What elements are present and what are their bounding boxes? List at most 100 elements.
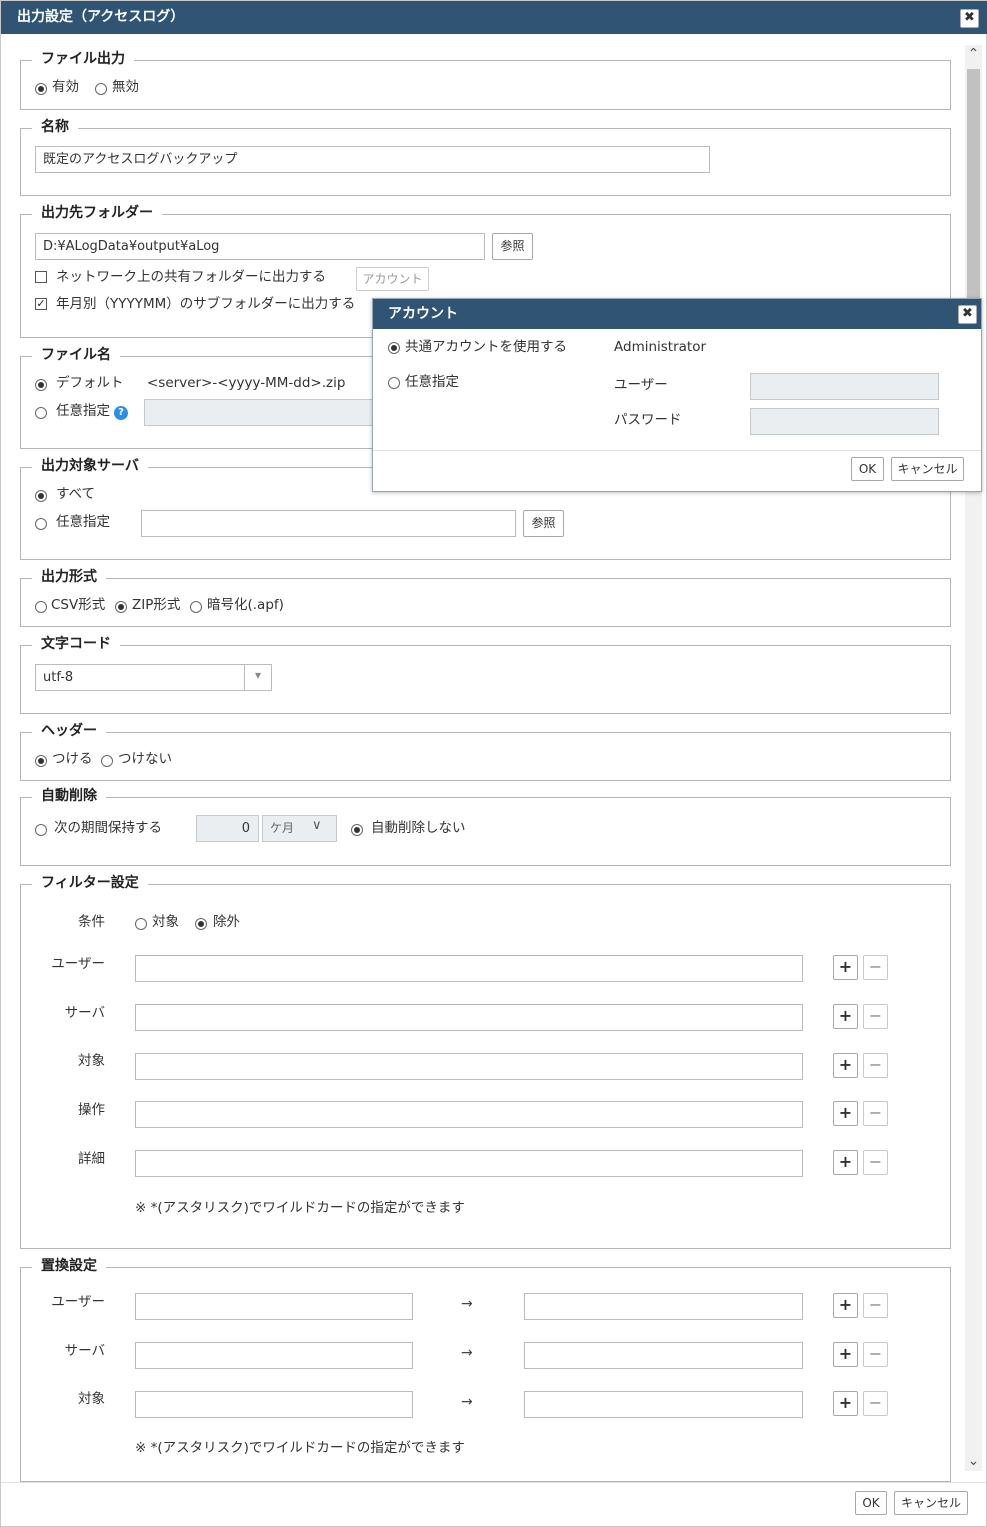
auto-delete-none-radio[interactable] xyxy=(351,824,363,836)
name-legend: 名称 xyxy=(32,118,78,136)
replace-user-remove-button[interactable]: − xyxy=(863,1293,888,1318)
account-ok-button[interactable]: OK xyxy=(851,457,884,481)
header-legend: ヘッダー xyxy=(32,722,106,740)
arrow-right-icon: → xyxy=(461,1345,473,1361)
replace-target-to-input[interactable] xyxy=(524,1391,803,1418)
scroll-up-icon[interactable]: ⌃ xyxy=(966,46,981,62)
filter-user-remove-button[interactable]: − xyxy=(863,955,888,980)
account-custom-radio[interactable] xyxy=(388,377,400,389)
close-icon[interactable]: ✖ xyxy=(958,305,977,324)
name-input[interactable]: 既定のアクセスログバックアップ xyxy=(35,146,710,173)
arrow-right-icon: → xyxy=(461,1296,473,1312)
filename-default-radio[interactable] xyxy=(35,379,47,391)
replace-target-add-button[interactable]: + xyxy=(833,1391,858,1416)
filter-server-input[interactable] xyxy=(135,1004,803,1031)
format-encrypt-radio[interactable] xyxy=(190,601,202,613)
chevron-down-icon[interactable]: ▾ xyxy=(248,668,268,682)
filter-detail-remove-button[interactable]: − xyxy=(863,1150,888,1175)
account-password-input[interactable] xyxy=(750,408,939,435)
filename-custom-label: 任意指定 xyxy=(56,403,110,419)
filter-row-label: サーバ xyxy=(64,1005,105,1021)
filter-detail-input[interactable] xyxy=(135,1150,803,1177)
replace-user-add-button[interactable]: + xyxy=(833,1293,858,1318)
filename-custom-input[interactable] xyxy=(144,399,384,426)
file-output-enabled-radio[interactable] xyxy=(35,83,47,95)
filter-row-label: 操作 xyxy=(78,1102,105,1118)
filter-operation-add-button[interactable]: + xyxy=(833,1101,858,1126)
account-cancel-button[interactable]: キャンセル xyxy=(891,457,964,481)
replace-legend: 置換設定 xyxy=(32,1257,106,1275)
auto-delete-keep-radio[interactable] xyxy=(35,824,47,836)
servers-custom-radio[interactable] xyxy=(35,518,47,530)
replace-target-from-input[interactable] xyxy=(135,1391,413,1418)
filename-default-label: デフォルト xyxy=(56,375,124,391)
auto-delete-unit-select[interactable]: ケ月 xyxy=(262,815,337,842)
auto-delete-period-input[interactable]: 0 xyxy=(196,815,259,842)
file-output-disabled-label: 無効 xyxy=(112,79,139,95)
file-output-section xyxy=(20,60,951,110)
filter-target-input[interactable] xyxy=(135,1053,803,1080)
header-on-radio[interactable] xyxy=(35,755,47,767)
filter-row-label: ユーザー xyxy=(51,956,105,972)
format-csv-radio[interactable] xyxy=(35,601,47,613)
filter-user-input[interactable] xyxy=(135,955,803,982)
filter-target-remove-button[interactable]: − xyxy=(863,1053,888,1078)
replace-server-add-button[interactable]: + xyxy=(833,1342,858,1367)
filter-include-radio[interactable] xyxy=(135,918,147,930)
file-output-disabled-radio[interactable] xyxy=(95,83,107,95)
account-user-label: ユーザー xyxy=(614,377,668,393)
file-output-enabled-label: 有効 xyxy=(52,79,79,95)
format-legend: 出力形式 xyxy=(32,568,106,586)
account-button[interactable]: アカウント xyxy=(356,267,429,291)
replace-user-to-input[interactable] xyxy=(524,1293,803,1320)
header-off-radio[interactable] xyxy=(101,755,113,767)
servers-all-label: すべて xyxy=(56,486,96,502)
filter-detail-add-button[interactable]: + xyxy=(833,1150,858,1175)
servers-custom-input[interactable] xyxy=(141,510,516,537)
auto-delete-none-label: 自動削除しない xyxy=(371,820,466,836)
help-icon[interactable]: ? xyxy=(114,406,128,420)
replace-row-label: 対象 xyxy=(78,1391,105,1407)
servers-legend: 出力対象サーバ xyxy=(32,457,148,475)
arrow-right-icon: → xyxy=(461,1394,473,1410)
close-icon[interactable]: ✖ xyxy=(960,9,979,28)
folder-path-input[interactable]: D:¥ALogData¥output¥aLog xyxy=(35,233,485,260)
share-label: ネットワーク上の共有フォルダーに出力する xyxy=(56,269,326,285)
encoding-legend: 文字コード xyxy=(32,635,120,653)
filter-target-add-button[interactable]: + xyxy=(833,1053,858,1078)
servers-all-radio[interactable] xyxy=(35,490,47,502)
account-shared-value: Administrator xyxy=(614,339,707,355)
replace-server-remove-button[interactable]: − xyxy=(863,1342,888,1367)
subfolder-checkbox[interactable]: ✓ xyxy=(35,298,47,310)
replace-target-remove-button[interactable]: − xyxy=(863,1391,888,1416)
scroll-down-icon[interactable]: ⌄ xyxy=(966,1453,981,1469)
ok-button[interactable]: OK xyxy=(855,1491,887,1515)
filter-operation-input[interactable] xyxy=(135,1101,803,1128)
filter-user-add-button[interactable]: + xyxy=(833,955,858,980)
account-password-label: パスワード xyxy=(614,412,682,428)
filter-operation-remove-button[interactable]: − xyxy=(863,1101,888,1126)
filename-default-value: <server>-<yyyy-MM-dd>.zip xyxy=(147,375,346,391)
replace-server-from-input[interactable] xyxy=(135,1342,413,1369)
replace-server-to-input[interactable] xyxy=(524,1342,803,1369)
filter-server-add-button[interactable]: + xyxy=(833,1004,858,1029)
filename-custom-radio[interactable] xyxy=(35,407,47,419)
unit-chevron-icon[interactable]: ∨ xyxy=(312,818,322,833)
filter-legend: フィルター設定 xyxy=(32,874,148,892)
format-zip-label: ZIP形式 xyxy=(132,597,181,613)
account-popup: アカウント ✖ 共通アカウントを使用する Administrator 任意指定 … xyxy=(372,298,982,492)
folder-browse-button[interactable]: 参照 xyxy=(492,233,533,260)
cancel-button[interactable]: キャンセル xyxy=(894,1491,968,1515)
servers-browse-button[interactable]: 参照 xyxy=(523,510,564,537)
file-output-legend: ファイル出力 xyxy=(32,50,134,68)
account-user-input[interactable] xyxy=(750,373,939,400)
filter-server-remove-button[interactable]: − xyxy=(863,1004,888,1029)
encoding-select[interactable]: utf-8 xyxy=(35,664,272,691)
filter-exclude-radio[interactable] xyxy=(195,918,207,930)
account-shared-radio[interactable] xyxy=(388,342,400,354)
filter-note: ※ *(アスタリスク)でワイルドカードの指定ができます xyxy=(135,1200,465,1216)
format-zip-radio[interactable] xyxy=(115,601,127,613)
replace-user-from-input[interactable] xyxy=(135,1293,413,1320)
auto-delete-legend: 自動削除 xyxy=(32,787,106,805)
share-checkbox[interactable] xyxy=(35,271,47,283)
